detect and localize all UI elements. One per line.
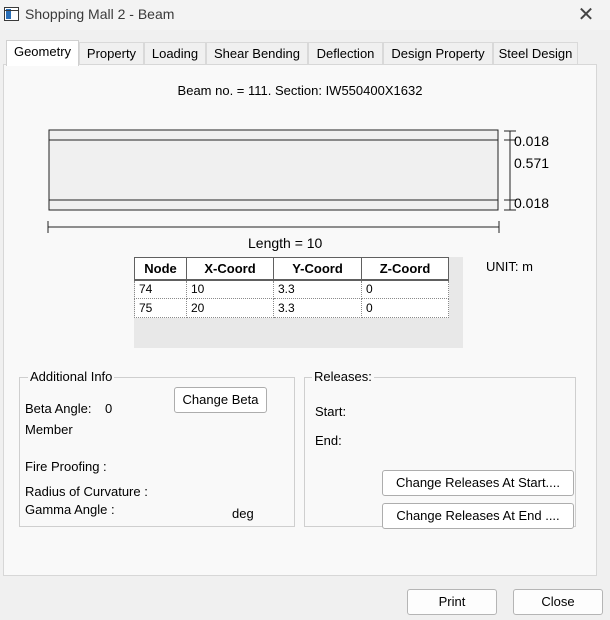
tab-bar: Geometry Property Loading Shear Bending … [6, 40, 600, 66]
tab-shear-bending[interactable]: Shear Bending [206, 42, 308, 65]
gamma-angle-label: Gamma Angle : [25, 502, 115, 517]
top-flange-dim: 0.018 [514, 133, 549, 149]
close-icon[interactable]: ✕ [573, 3, 599, 27]
gamma-angle-unit: deg [232, 506, 254, 521]
change-releases-end-button[interactable]: Change Releases At End .... [382, 503, 574, 529]
beta-angle-label: Beta Angle: [25, 401, 92, 416]
print-button[interactable]: Print [407, 589, 497, 615]
bottom-flange-dim: 0.018 [514, 195, 549, 211]
additional-info-legend: Additional Info [28, 369, 115, 384]
beam-outline [48, 129, 499, 211]
table-cell[interactable]: 75 [134, 298, 187, 318]
node-coordinates-table: Node X-Coord Y-Coord Z-Coord 74 10 3.3 0… [134, 257, 449, 318]
table-cell[interactable]: 74 [134, 279, 187, 299]
length-label: Length = 10 [248, 235, 323, 251]
beam-title: Beam no. = 111. Section: IW550400X1632 [177, 83, 423, 98]
tab-steel-design[interactable]: Steel Design [493, 42, 578, 65]
tab-geometry[interactable]: Geometry [6, 40, 79, 66]
table-row[interactable]: 75 20 3.3 0 [134, 298, 449, 318]
table-cell[interactable]: 3.3 [273, 279, 362, 299]
change-releases-start-button[interactable]: Change Releases At Start.... [382, 470, 574, 496]
tab-loading[interactable]: Loading [144, 42, 206, 65]
releases-end-label: End: [315, 433, 342, 448]
table-header-y: Y-Coord [273, 257, 362, 281]
table-cell[interactable]: 0 [361, 298, 449, 318]
table-row[interactable]: 74 10 3.3 0 [134, 279, 449, 299]
table-header-node: Node [134, 257, 187, 281]
unit-label: UNIT: m [486, 259, 533, 274]
table-cell[interactable]: 10 [186, 279, 274, 299]
fire-proofing-label: Fire Proofing : [25, 459, 107, 474]
table-cell[interactable]: 3.3 [273, 298, 362, 318]
tab-property[interactable]: Property [79, 42, 144, 65]
tab-design-property[interactable]: Design Property [383, 42, 493, 65]
tab-deflection[interactable]: Deflection [308, 42, 383, 65]
releases-start-label: Start: [315, 404, 347, 419]
title-bar: Shopping Mall 2 - Beam ✕ [0, 0, 610, 30]
window-title: Shopping Mall 2 - Beam [25, 6, 175, 22]
member-label: Member [25, 422, 73, 437]
table-cell[interactable]: 0 [361, 279, 449, 299]
beam-section-drawing: 0.018 0.571 0.018 [47, 129, 549, 233]
change-beta-button[interactable]: Change Beta [174, 387, 267, 413]
table-header-x: X-Coord [186, 257, 274, 281]
releases-legend: Releases: [312, 369, 374, 384]
table-cell[interactable]: 20 [186, 298, 274, 318]
close-button[interactable]: Close [513, 589, 603, 615]
app-icon [4, 7, 19, 21]
beta-angle-value: 0 [105, 401, 113, 416]
radius-of-curvature-label: Radius of Curvature : [25, 484, 148, 499]
table-header-z: Z-Coord [361, 257, 449, 281]
web-dim: 0.571 [514, 155, 549, 171]
